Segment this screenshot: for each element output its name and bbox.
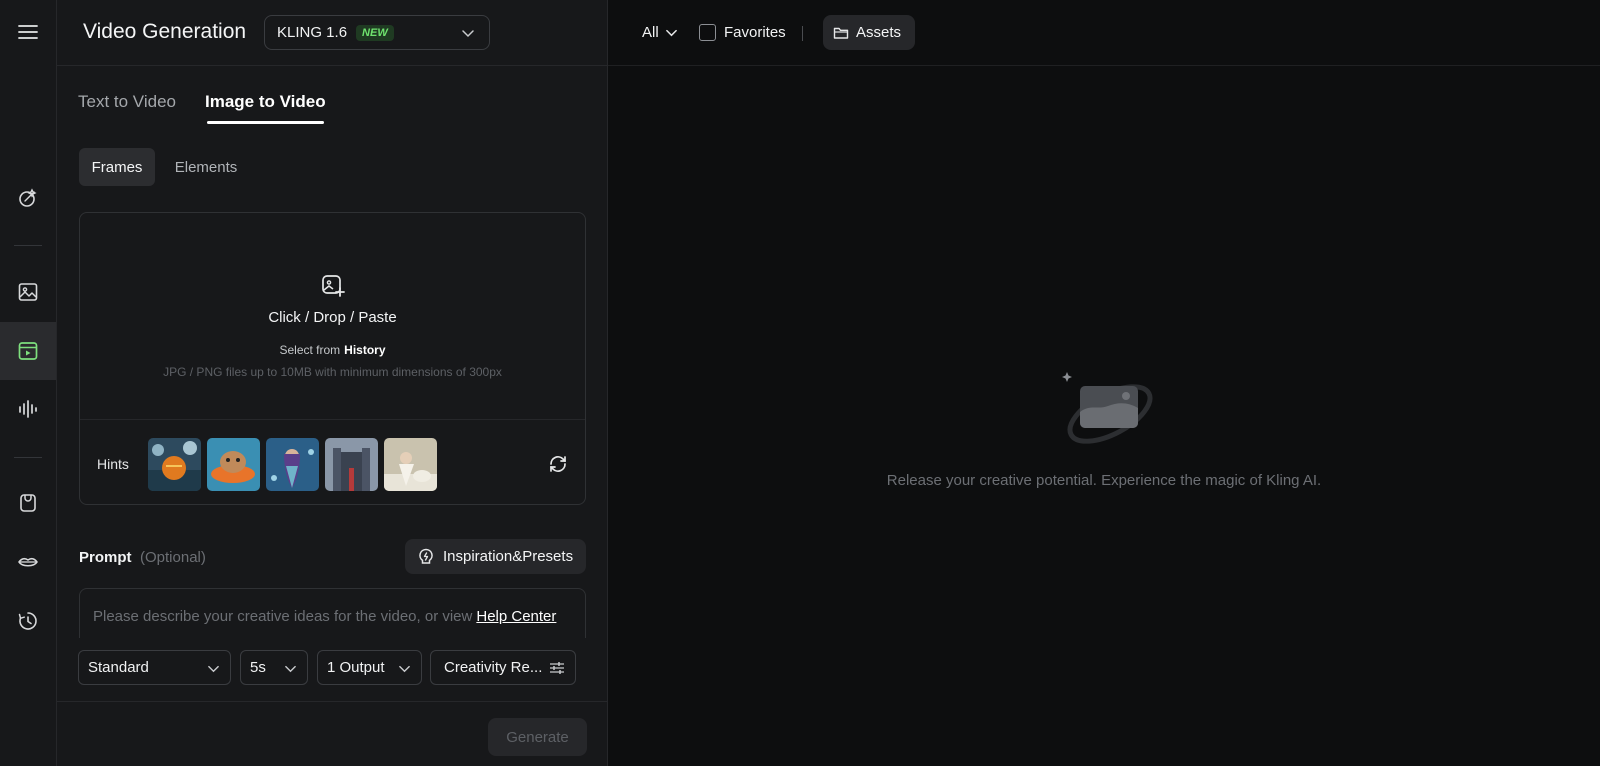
hint-thumbnail[interactable] [148, 438, 201, 491]
subtab-elements[interactable]: Elements [163, 148, 249, 186]
shirt-icon [20, 494, 36, 512]
sidebar-item-lip-sync[interactable] [0, 533, 56, 591]
new-badge: NEW [356, 24, 394, 41]
assets-label: Assets [856, 24, 902, 41]
favorites-checkbox[interactable] [699, 24, 716, 41]
favorites-label[interactable]: Favorites [724, 24, 786, 41]
sidebar-item-history[interactable] [0, 592, 56, 650]
model-name: KLING 1.6 [277, 24, 348, 41]
page-title: Video Generation [83, 20, 247, 43]
snow-girl-thumb-icon [384, 438, 437, 491]
active-tab-indicator [207, 121, 324, 124]
prompt-placeholder: Please describe your creative ideas for … [93, 608, 556, 625]
creativity-settings-button[interactable]: Creativity Re... [430, 650, 576, 685]
prompt-optional-label: (Optional) [140, 549, 206, 566]
sidebar-item-image[interactable] [0, 263, 56, 321]
hint-thumbnail[interactable] [384, 438, 437, 491]
refresh-hints-icon[interactable] [547, 453, 569, 475]
hint-thumbnail[interactable] [207, 438, 260, 491]
duration-value: 5s [250, 659, 266, 676]
mode-value: Standard [88, 659, 149, 676]
sliders-icon [550, 662, 564, 674]
tab-image-to-video[interactable]: Image to Video [205, 92, 326, 112]
video-icon [18, 342, 38, 360]
mode-select[interactable]: Standard [78, 650, 231, 685]
chevron-down-icon [462, 30, 474, 38]
prompt-placeholder-text: Please describe your creative ideas for … [93, 608, 473, 625]
hints-row: Hints [80, 419, 585, 505]
empty-state-message: Release your creative potential. Experie… [886, 472, 1322, 489]
chevron-down-icon [399, 665, 410, 673]
history-link[interactable]: History [344, 343, 385, 357]
generation-panel: Video Generation KLING 1.6 NEW Text to V… [57, 0, 608, 766]
sidebar-item-ai-tools[interactable] [0, 169, 56, 227]
model-select[interactable]: KLING 1.6 NEW [264, 15, 490, 50]
inspiration-presets-button[interactable]: Inspiration&Presets [405, 539, 586, 574]
hint-thumbnail[interactable] [325, 438, 378, 491]
upload-select-from: Select from History [80, 343, 585, 357]
mermaid-thumb-icon [266, 438, 319, 491]
assets-button[interactable]: Assets [823, 15, 915, 50]
sidebar-divider [14, 245, 42, 246]
subtab-frames[interactable]: Frames [79, 148, 155, 186]
panel-header: Video Generation KLING 1.6 NEW [57, 0, 608, 66]
hint-thumbnail[interactable] [266, 438, 319, 491]
upload-title: Click / Drop / Paste [268, 309, 397, 326]
sidebar-divider [14, 457, 42, 458]
lips-icon [18, 557, 38, 567]
chevron-down-icon [665, 29, 677, 37]
output-count-select[interactable]: 1 Output [317, 650, 422, 685]
filter-select[interactable]: All [642, 24, 678, 41]
output-count-value: 1 Output [327, 659, 385, 676]
sidebar-item-audio[interactable] [0, 380, 56, 438]
chevron-down-icon [285, 665, 296, 673]
image-upload-area[interactable]: Click / Drop / Paste Select from History … [79, 212, 586, 505]
audio-wave-icon [19, 400, 37, 418]
footer-divider [57, 701, 608, 702]
results-toolbar: All Favorites Assets [608, 0, 1600, 66]
generate-button[interactable]: Generate [488, 718, 587, 756]
filter-value: All [642, 24, 659, 41]
duration-select[interactable]: 5s [240, 650, 308, 685]
chevron-down-icon [208, 665, 219, 673]
inspiration-presets-label: Inspiration&Presets [443, 548, 574, 565]
prompt-input[interactable]: Please describe your creative ideas for … [79, 588, 586, 638]
folder-icon [833, 27, 849, 39]
sidebar [0, 0, 57, 766]
history-clock-icon [18, 612, 37, 630]
magic-brush-icon [19, 188, 37, 207]
image-icon [18, 283, 38, 301]
prompt-label: Prompt [79, 549, 132, 566]
creativity-value: Creativity Re... [444, 659, 543, 676]
pumpkin-house-thumb-icon [148, 438, 201, 491]
add-image-icon [322, 275, 345, 297]
capybara-float-thumb-icon [207, 438, 260, 491]
empty-state-illustration-icon [1062, 372, 1153, 444]
hamburger-menu-icon [18, 25, 38, 39]
lightbulb-bolt-icon [419, 548, 433, 564]
sidebar-item-virtual-try-on[interactable] [0, 474, 56, 532]
toolbar-separator [802, 26, 803, 41]
castle-thumb-icon [325, 438, 378, 491]
hints-label: Hints [97, 456, 129, 472]
help-center-link[interactable]: Help Center [476, 608, 556, 625]
select-from-label: Select from [279, 343, 341, 357]
tab-text-to-video[interactable]: Text to Video [78, 92, 176, 112]
sidebar-item-video[interactable] [0, 322, 56, 380]
upload-requirements: JPG / PNG files up to 10MB with minimum … [163, 365, 502, 379]
menu-button[interactable] [0, 3, 56, 61]
